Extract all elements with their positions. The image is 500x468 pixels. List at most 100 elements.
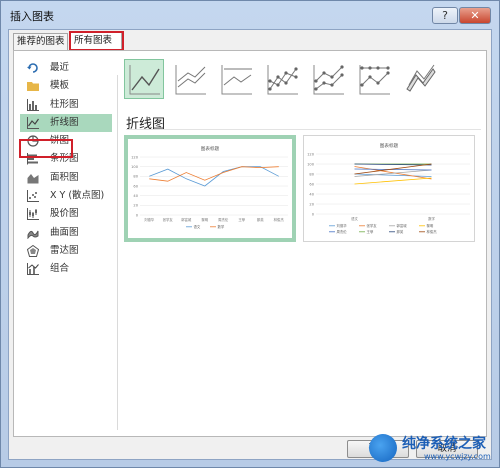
title-bar[interactable]: 插入图表 ? ✕ [1, 1, 499, 29]
y-tick-label: 40 [309, 192, 314, 196]
3d-line-icon [406, 64, 436, 92]
subtype-percent-stacked-line-markers[interactable] [354, 59, 394, 99]
line-markers-icon [267, 65, 298, 95]
y-tick-label: 120 [131, 155, 139, 159]
x-tick-label: 语文 [351, 216, 358, 221]
y-tick-label: 60 [309, 182, 314, 186]
panel-divider [117, 75, 118, 430]
percent-stacked-line-markers-icon [359, 65, 390, 95]
legend-label: 张学友 [367, 223, 378, 228]
watermark-url: www.ycwjzy.com [424, 452, 491, 461]
subtype-stacked-line[interactable] [170, 59, 210, 99]
y-tick-label: 0 [136, 213, 139, 217]
preview-line-by-series[interactable]: 图表标题 120 100 80 60 40 20 0 语文 数学刘德华 张学友 郭富城 黎明周杰伦 王菲 那… [303, 135, 475, 242]
x-tick-label: 张学友 [163, 217, 174, 222]
column-chart-icon [27, 98, 39, 111]
chart-type-list: 最近 模板 柱形图 折线图 饼图 条形图 面积图 X Y (散点图) 股价图 曲… [20, 59, 112, 279]
sidebar-item-label: 股价图 [50, 208, 79, 220]
sidebar-highlight-box [19, 139, 73, 158]
preview-chart-1: 图表标题 120 100 80 60 40 20 0 刘德华 张学友 郭富城 黎明 周杰伦 王菲 那英 林俊杰… [131, 145, 288, 229]
legend-label: 语文 [194, 224, 201, 229]
sidebar-item-line[interactable]: 折线图 [20, 113, 112, 133]
dialog-body: 推荐的图表 所有图表 最近 模板 柱形图 折线图 饼图 条形图 面积图 X Y … [8, 29, 492, 460]
y-tick-label: 100 [131, 165, 139, 169]
dialog-title: 插入图表 [10, 10, 54, 23]
sidebar-item-area[interactable]: 面积图 [20, 169, 112, 187]
sidebar-item-combo[interactable]: 组合 [20, 260, 112, 278]
sidebar-item-templates[interactable]: 模板 [20, 77, 112, 95]
subtype-line-markers[interactable] [262, 59, 302, 99]
subtype-percent-stacked-line[interactable] [216, 59, 256, 99]
y-tick-label: 0 [312, 212, 315, 216]
legend-label: 刘德华 [337, 223, 348, 228]
chart-title: 图表标题 [201, 145, 220, 152]
stacked-line-markers-icon [313, 65, 344, 95]
sidebar-item-stock[interactable]: 股价图 [20, 205, 112, 223]
y-tick-label: 40 [133, 194, 138, 198]
help-button[interactable]: ? [432, 7, 458, 24]
legend-label: 周杰伦 [337, 229, 348, 234]
watermark: 纯净系统之家 www.ycwjzy.com [369, 431, 499, 467]
watermark-title: 纯净系统之家 [402, 436, 486, 452]
sidebar-item-scatter[interactable]: X Y (散点图) [20, 187, 112, 205]
preview-chart-2: 图表标题 120 100 80 60 40 20 0 语文 数学刘德华 张学友 郭富城 黎明周杰伦 王菲 那… [307, 142, 470, 234]
all-charts-panel: 最近 模板 柱形图 折线图 饼图 条形图 面积图 X Y (散点图) 股价图 曲… [13, 50, 487, 437]
percent-stacked-line-icon [221, 65, 252, 95]
sidebar-item-label: 最近 [50, 62, 70, 73]
legend-label: 黎明 [427, 223, 434, 228]
stock-chart-icon [27, 208, 39, 221]
sidebar-item-label: 雷达图 [50, 244, 79, 256]
subtype-line[interactable] [124, 59, 164, 99]
insert-chart-dialog: 插入图表 ? ✕ 推荐的图表 所有图表 最近 模板 柱形图 折线图 饼图 条形图… [0, 0, 500, 468]
y-tick-label: 60 [133, 184, 138, 188]
legend-label: 数学 [218, 224, 225, 229]
sidebar-item-radar[interactable]: 雷达图 [20, 242, 112, 260]
y-tick-label: 80 [309, 172, 314, 176]
x-tick-label: 数学 [428, 216, 435, 221]
recent-icon [27, 63, 38, 73]
subtype-stacked-line-markers[interactable] [308, 59, 348, 99]
watermark-logo [369, 434, 397, 462]
x-tick-label: 林俊杰 [274, 217, 285, 222]
legend-label: 郭富城 [397, 223, 408, 228]
subtype-3d-line[interactable] [400, 59, 440, 99]
legend-label: 王菲 [367, 229, 374, 234]
sidebar-item-label: 模板 [50, 80, 70, 92]
y-tick-label: 80 [133, 175, 138, 179]
line-icon [129, 65, 160, 95]
tab-recommended-charts[interactable]: 推荐的图表 [13, 33, 68, 50]
area-chart-icon [27, 173, 39, 184]
x-tick-label: 郭富城 [181, 217, 192, 222]
sidebar-item-label: 柱形图 [50, 98, 79, 110]
preview-line-by-category[interactable]: 图表标题 120 100 80 60 40 20 0 刘德华 张学友 郭富城 黎明 周杰伦 王菲 那英 林俊杰… [124, 135, 296, 242]
y-tick-label: 120 [307, 152, 315, 156]
radar-chart-icon [27, 244, 39, 257]
sidebar-item-column[interactable]: 柱形图 [20, 96, 112, 114]
y-tick-label: 20 [309, 202, 314, 206]
tab-highlight-box [69, 31, 124, 51]
x-tick-label: 黎明 [201, 217, 208, 222]
x-tick-label: 王菲 [238, 217, 245, 222]
combo-chart-icon [27, 263, 39, 276]
line-chart-icon [27, 116, 39, 129]
sidebar-item-label: 折线图 [50, 116, 79, 128]
chart-title: 图表标题 [380, 142, 399, 149]
sidebar-item-surface[interactable]: 曲面图 [20, 224, 112, 242]
x-tick-label: 那英 [257, 217, 264, 222]
sidebar-item-label: 组合 [50, 263, 70, 275]
folder-icon [27, 82, 39, 92]
surface-chart-icon [27, 230, 39, 239]
x-tick-label: 刘德华 [144, 217, 155, 222]
close-button[interactable]: ✕ [459, 7, 491, 24]
series-line-3 [354, 177, 432, 185]
sidebar-item-label: X Y (散点图) [50, 190, 105, 202]
sidebar-item-label: 面积图 [50, 171, 79, 183]
legend-label: 林俊杰 [427, 229, 438, 234]
sidebar-item-label: 曲面图 [50, 226, 79, 238]
y-tick-label: 20 [133, 204, 138, 208]
sidebar-item-recent[interactable]: 最近 [20, 59, 112, 77]
y-tick-label: 100 [307, 162, 315, 166]
heading-rule [126, 129, 481, 130]
stacked-line-icon [175, 65, 206, 95]
legend-label: 那英 [397, 229, 404, 234]
